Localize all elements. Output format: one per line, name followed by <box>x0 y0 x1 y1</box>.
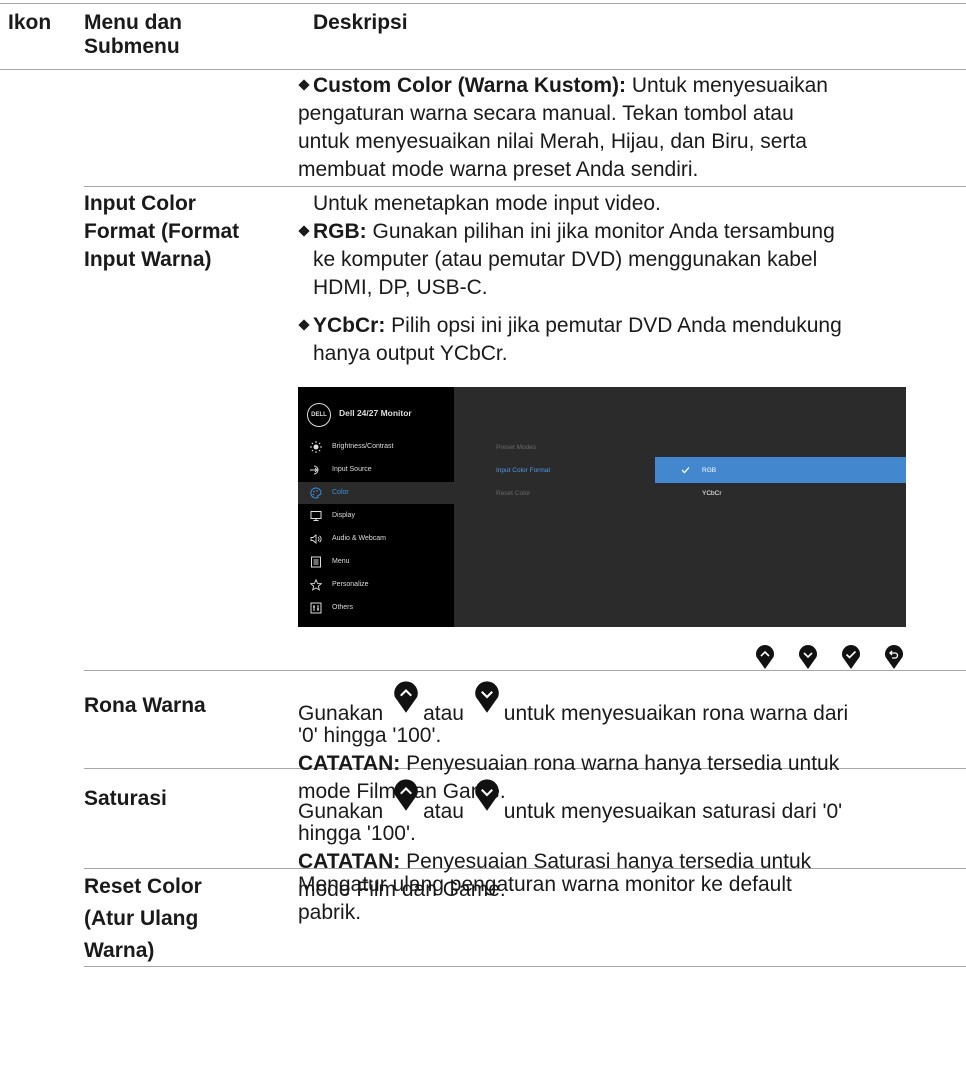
custom-color-line4: membuat mode warna preset Anda sendiri. <box>298 158 699 181</box>
color-palette-icon <box>310 487 322 499</box>
down-icon <box>475 779 499 811</box>
rgb-line1: Gunakan pilihan ini jika monitor Anda te… <box>366 220 835 243</box>
osd-menu-item-display[interactable]: Display <box>298 505 454 527</box>
ycbcr-line2: hanya output YCbCr. <box>313 342 508 365</box>
label-line: Input Color <box>84 192 196 215</box>
osd-menu-item-others[interactable]: Others <box>298 597 454 619</box>
dell-logo: DELL <box>307 403 331 427</box>
up-icon <box>394 779 418 811</box>
rgb-term: RGB: <box>313 220 367 243</box>
up-icon[interactable] <box>755 644 775 670</box>
header-menu-column: Menu dan Submenu <box>84 11 182 59</box>
audio-icon <box>310 534 322 544</box>
osd-menu-panel: DELL Dell 24/27 Monitor Brightness/Contr… <box>298 387 454 627</box>
table-top-rule <box>0 3 966 4</box>
header-menu-line2: Submenu <box>84 35 180 58</box>
input-color-desc: Untuk menetapkan mode input video. RGB: … <box>298 190 953 368</box>
sat-text-mid: atau <box>423 800 464 823</box>
osd-sub-preset-modes[interactable]: Preset Modes <box>496 444 536 451</box>
label-line: Input Warna) <box>84 248 212 271</box>
menu-icon <box>311 556 321 568</box>
sat-note-line1: Penyesuaian Saturasi hanya tersedia untu… <box>400 850 812 873</box>
osd-menu-label: Audio & Webcam <box>332 535 386 542</box>
star-icon <box>310 579 322 591</box>
osd-sub-input-color-format[interactable]: Input Color Format <box>496 467 550 474</box>
osd-menu-item-menu[interactable]: Menu <box>298 551 454 573</box>
ycbcr-term: YCbCr: <box>313 314 386 337</box>
label-line: Format (Format <box>84 220 240 243</box>
osd-option-highlight <box>655 457 906 483</box>
reset-line2: pabrik. <box>298 901 362 924</box>
bullet <box>298 79 310 91</box>
rgb-line2: ke komputer (atau pemutar DVD) menggunak… <box>313 248 818 271</box>
osd-menu-label: Color <box>332 489 349 496</box>
header-rule <box>0 69 966 70</box>
osd-menu-label: Personalize <box>332 581 369 588</box>
sat-text-post: untuk menyesuaikan saturasi dari '0' <box>503 800 843 823</box>
back-icon[interactable] <box>884 644 904 670</box>
hue-note-term: CATATAN: <box>298 752 401 775</box>
osd-menu-item-brightness[interactable]: Brightness/Contrast <box>298 436 454 458</box>
row-rule <box>84 186 966 187</box>
down-icon[interactable] <box>798 644 818 670</box>
down-icon <box>475 681 499 713</box>
up-icon <box>394 681 418 713</box>
osd-option-ycbcr[interactable]: YCbCr <box>702 490 722 497</box>
reset-line1: Mengatur ulang pengaturan warna monitor … <box>298 873 792 896</box>
check-icon <box>681 467 690 474</box>
bullet <box>298 225 310 237</box>
hue-text-post: untuk menyesuaikan rona warna dari <box>503 702 849 725</box>
input-source-icon <box>310 465 319 475</box>
custom-color-line1: Untuk menyesuaikan <box>626 74 828 97</box>
input-color-intro: Untuk menetapkan mode input video. <box>313 192 661 215</box>
osd-menu-label: Others <box>332 604 354 611</box>
reset-color-desc: Mengatur ulang pengaturan warna monitor … <box>298 871 958 927</box>
osd-menu-label: Display <box>332 512 355 519</box>
osd-menu-label: Brightness/Contrast <box>332 443 394 450</box>
custom-color-term: Custom Color (Warna Kustom): <box>313 74 627 97</box>
osd-menu-item-audio[interactable]: Audio & Webcam <box>298 528 454 550</box>
row-rule <box>84 966 966 967</box>
osd-menu-item-color[interactable]: Color <box>298 482 454 504</box>
hue-label: Rona Warna <box>84 694 206 717</box>
osd-menu-label: Input Source <box>332 466 372 473</box>
hue-note-line1: Penyesuaian rona warna hanya tersedia un… <box>400 752 840 775</box>
custom-color-line2: pengaturan warna secara manual. Tekan to… <box>298 102 794 125</box>
osd-menu-item-input-source[interactable]: Input Source <box>298 459 454 481</box>
osd-menu-label: Menu <box>332 558 350 565</box>
header-menu-line1: Menu dan <box>84 11 182 34</box>
osd-option-rgb[interactable]: RGB <box>702 467 716 474</box>
custom-color-desc: Custom Color (Warna Kustom): Untuk menye… <box>298 72 958 184</box>
check-icon[interactable] <box>841 644 861 670</box>
input-color-label: Input Color Format (Format Input Warna) <box>84 190 239 274</box>
label-line: (Atur Ulang <box>84 907 199 930</box>
display-icon <box>310 511 322 521</box>
sat-note-term: CATATAN: <box>298 850 401 873</box>
osd-title: Dell 24/27 Monitor <box>339 408 412 418</box>
ycbcr-line1: Pilih opsi ini jika pemutar DVD Anda men… <box>385 314 842 337</box>
bullet <box>298 319 310 331</box>
row-rule <box>84 670 966 671</box>
osd-sub-reset-color[interactable]: Reset Color <box>496 490 530 497</box>
reset-color-label: Reset Color (Atur Ulang Warna) <box>84 871 202 967</box>
osd-screenshot: DELL Dell 24/27 Monitor Brightness/Contr… <box>298 387 906 627</box>
others-icon <box>310 602 322 614</box>
osd-menu-item-personalize[interactable]: Personalize <box>298 574 454 596</box>
brightness-icon <box>310 441 322 453</box>
label-line: Reset Color <box>84 875 202 898</box>
rgb-line3: HDMI, DP, USB-C. <box>313 276 488 299</box>
header-desc-column: Deskripsi <box>313 11 408 34</box>
header-icon-column: Ikon <box>8 11 52 34</box>
saturation-label: Saturasi <box>84 787 167 810</box>
label-line: Warna) <box>84 939 155 962</box>
custom-color-line3: untuk menyesuaikan nilai Merah, Hijau, d… <box>298 130 807 153</box>
